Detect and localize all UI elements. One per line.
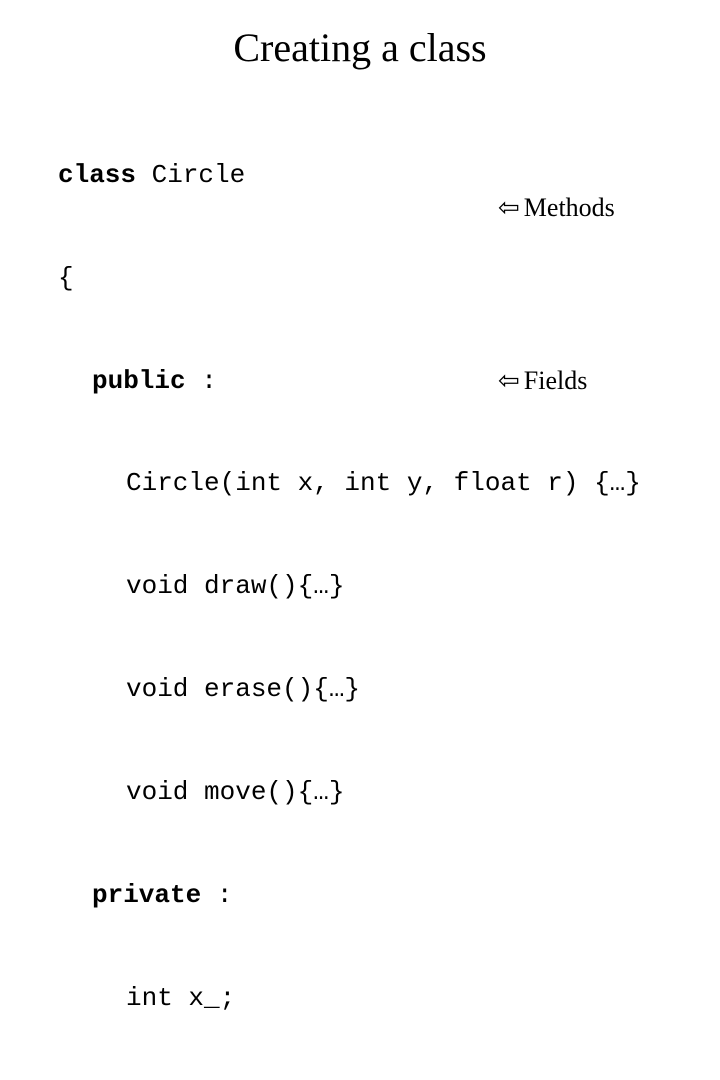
- colon-public: :: [186, 366, 217, 396]
- arrow-left-icon: ⇦: [498, 368, 520, 394]
- slide: Creating a class class Circle { public :…: [0, 0, 720, 540]
- code-line-3: public :: [58, 364, 720, 398]
- code-line-2: {: [58, 261, 720, 295]
- code-line-7: void move(){…}: [58, 775, 720, 809]
- keyword-private: private: [92, 880, 201, 910]
- code-line-5: void draw(){…}: [58, 569, 720, 603]
- annotation-methods: ⇦ Methods: [498, 191, 615, 225]
- code-line-1: class Circle: [58, 158, 720, 192]
- code-line-8: private :: [58, 878, 720, 912]
- code-line-4: Circle(int x, int y, float r) {…}: [58, 466, 720, 500]
- annotation-fields-label: Fields: [524, 364, 588, 398]
- code-line-6: void erase(){…}: [58, 672, 720, 706]
- colon-private: :: [201, 880, 232, 910]
- class-name: Circle: [136, 160, 245, 190]
- annotation-methods-label: Methods: [524, 191, 615, 225]
- slide-title: Creating a class: [0, 0, 720, 89]
- annotation-fields: ⇦ Fields: [498, 364, 587, 398]
- code-line-9: int x_;: [58, 981, 720, 1015]
- keyword-class: class: [58, 160, 136, 190]
- code-block: class Circle { public : Circle(int x, in…: [0, 89, 720, 1080]
- keyword-public: public: [92, 366, 186, 396]
- arrow-left-icon: ⇦: [498, 195, 520, 221]
